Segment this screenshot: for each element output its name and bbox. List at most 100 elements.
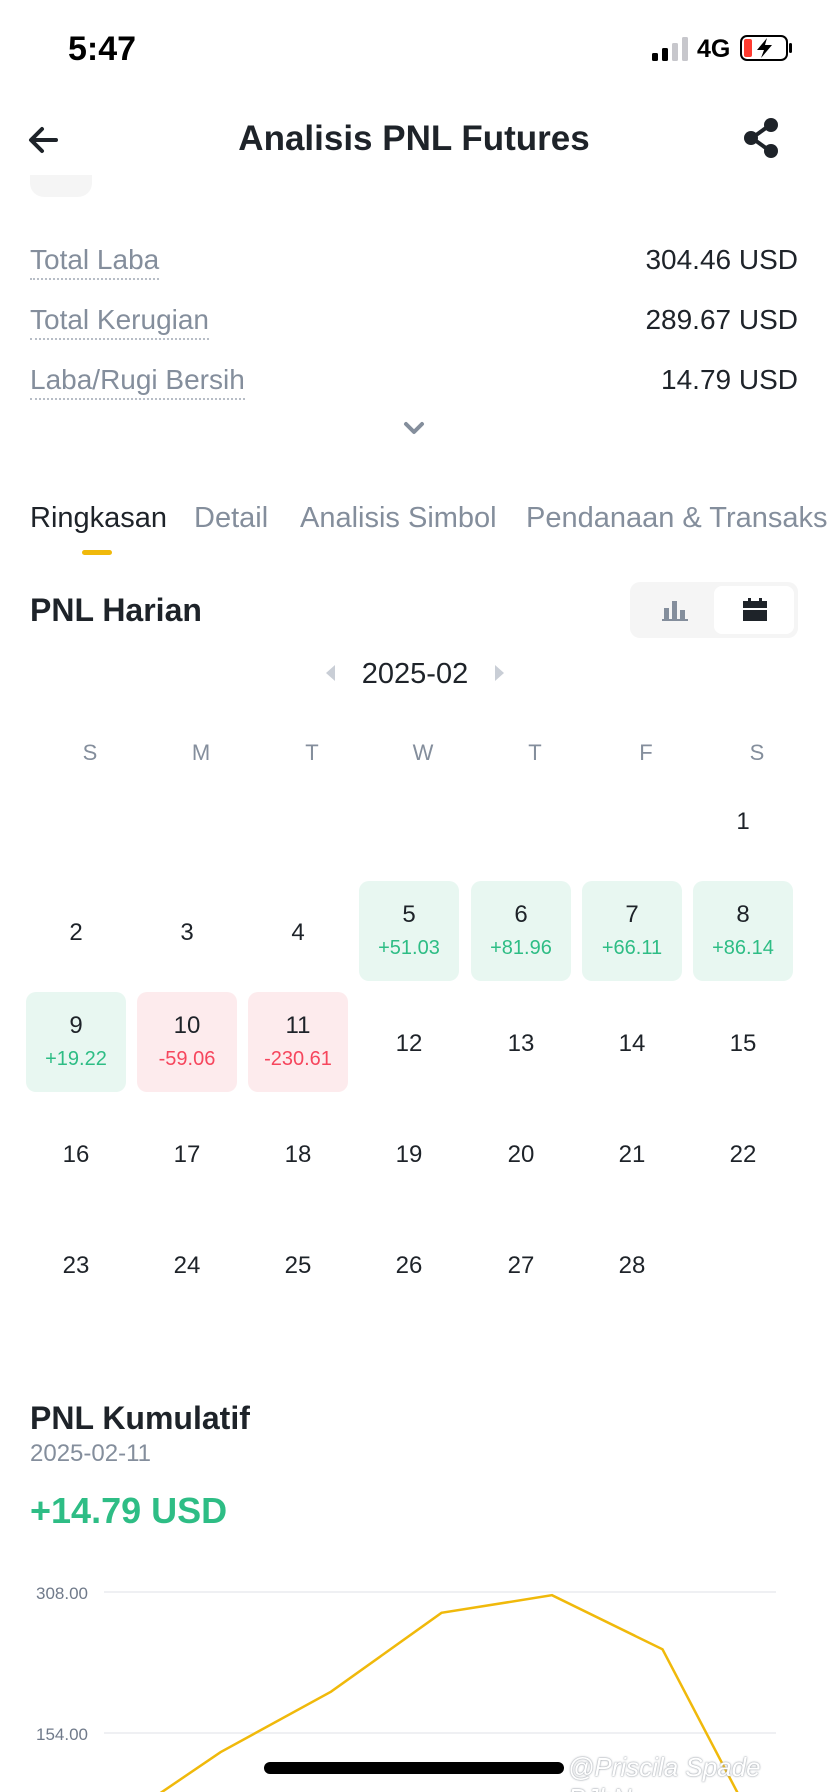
calendar-day-number: 10 xyxy=(173,1012,201,1039)
month-navigator: 2025-02 xyxy=(320,655,510,695)
summary-row-net-pnl: Laba/Rugi Bersih 14.79 USD xyxy=(30,358,798,402)
chart-point xyxy=(441,1612,442,1614)
calendar-day[interactable]: 9 +19.22 xyxy=(26,992,126,1092)
calendar-day-number: 18 xyxy=(284,1141,312,1168)
calendar-day-number: 27 xyxy=(507,1252,535,1279)
calendar-day-number: 1 xyxy=(736,808,750,835)
calendar-day[interactable]: 20 xyxy=(471,1103,571,1203)
calendar-day[interactable]: 7 +66.11 xyxy=(582,881,682,981)
watermark: @Priscila Spade PJbN xyxy=(568,1752,761,1792)
status-bar: 5:47 4G xyxy=(0,0,828,100)
tab-ringkasan[interactable]: Ringkasan xyxy=(30,502,167,535)
calendar-day-number: 16 xyxy=(62,1141,90,1168)
calendar-day[interactable]: 12 xyxy=(359,992,459,1092)
bar-chart-view-button[interactable] xyxy=(634,586,714,634)
calendar-day[interactable]: 24 xyxy=(137,1214,237,1314)
calendar-day-number: 15 xyxy=(729,1030,757,1057)
page-title: Analisis PNL Futures xyxy=(238,119,590,158)
calendar-day[interactable]: 17 xyxy=(137,1103,237,1203)
calendar-day-pnl: -59.06 xyxy=(158,1048,216,1070)
chart-point xyxy=(220,1751,221,1753)
calendar-day[interactable]: 8 +86.14 xyxy=(693,881,793,981)
weekday-label: W xyxy=(412,740,434,765)
calendar-day-number: 12 xyxy=(395,1030,423,1057)
chevron-down-icon[interactable] xyxy=(400,418,428,438)
calendar-day[interactable]: 28 xyxy=(582,1214,682,1314)
calendar-day-number: 6 xyxy=(514,901,528,928)
summary-value: 14.79 USD xyxy=(661,364,798,395)
calendar-day[interactable]: 10 -59.06 xyxy=(137,992,237,1092)
weekday-label: M xyxy=(191,740,211,765)
calendar-day-number: 17 xyxy=(173,1141,201,1168)
chart-point xyxy=(662,1648,663,1650)
month-label: 2025-02 xyxy=(361,658,469,690)
calendar-day[interactable]: 19 xyxy=(359,1103,459,1203)
calendar-day-number: 22 xyxy=(729,1141,757,1168)
tab-analisis-simbol[interactable]: Analisis Simbol xyxy=(300,502,497,535)
calendar-day[interactable]: 14 xyxy=(582,992,682,1092)
view-toggle xyxy=(630,582,798,638)
caret-right-icon[interactable] xyxy=(495,665,504,681)
calendar-day-number: 2 xyxy=(69,919,83,946)
calendar-day[interactable]: 11 -230.61 xyxy=(248,992,348,1092)
calendar-day-number: 23 xyxy=(62,1252,90,1279)
tab-pendanaan-transaksi[interactable]: Pendanaan & Transaksi xyxy=(526,502,828,535)
calendar-day-number: 19 xyxy=(395,1141,423,1168)
summary-label[interactable]: Total Laba xyxy=(30,244,160,280)
calendar-day[interactable]: 27 xyxy=(471,1214,571,1314)
tab-bar: Ringkasan Detail Analisis Simbol Pendana… xyxy=(30,496,828,556)
battery-charging-icon xyxy=(740,35,792,61)
summary-label[interactable]: Laba/Rugi Bersih xyxy=(30,364,245,400)
calendar-day[interactable]: 22 xyxy=(693,1103,793,1203)
calendar-day-number: 20 xyxy=(507,1141,535,1168)
tab-detail[interactable]: Detail xyxy=(194,502,268,535)
calendar-day[interactable]: 16 xyxy=(26,1103,126,1203)
signal-icon xyxy=(652,37,688,61)
calendar-day[interactable]: 25 xyxy=(248,1214,348,1314)
chart-y-tick-label: 308.00 xyxy=(36,1584,88,1603)
daily-pnl-title: PNL Harian xyxy=(30,592,202,628)
calendar-day[interactable]: 26 xyxy=(359,1214,459,1314)
calendar-day-pnl: -230.61 xyxy=(264,1048,332,1070)
calendar-day-number: 13 xyxy=(507,1030,535,1057)
summary-label[interactable]: Total Kerugian xyxy=(30,304,210,340)
summary-value: 304.46 USD xyxy=(645,244,798,275)
calendar-day-number: 5 xyxy=(402,901,416,928)
home-indicator xyxy=(264,1762,564,1774)
calendar-day-number: 7 xyxy=(625,901,639,928)
calendar-day[interactable]: 4 xyxy=(248,881,348,981)
network-type: 4G xyxy=(697,35,731,63)
calendar-icon xyxy=(743,598,767,621)
calendar-day-pnl: +81.96 xyxy=(490,937,552,959)
cumulative-value: +14.79 USD xyxy=(30,1490,228,1531)
chart-y-tick-label: 154.00 xyxy=(36,1725,88,1744)
cumulative-pnl-title: PNL Kumulatif xyxy=(30,1400,250,1436)
calendar-day-number: 11 xyxy=(285,1012,311,1039)
share-icon[interactable] xyxy=(740,116,784,160)
chart-point xyxy=(551,1594,553,1596)
calendar-day-number: 9 xyxy=(69,1012,83,1039)
scroll-remnant xyxy=(30,175,92,197)
calendar-view-button[interactable] xyxy=(714,586,794,634)
chart-point xyxy=(330,1691,332,1693)
calendar-day-number: 4 xyxy=(291,919,305,946)
nav-bar: Analisis PNL Futures xyxy=(0,100,828,180)
calendar-day-pnl: +86.14 xyxy=(712,937,774,959)
calendar-day[interactable]: 2 xyxy=(26,881,126,981)
calendar-day-pnl: +66.11 xyxy=(601,937,663,959)
summary-row-total-profit: Total Laba 304.46 USD xyxy=(30,238,798,282)
calendar-day[interactable]: 1 xyxy=(693,770,793,870)
status-time: 5:47 xyxy=(68,30,137,68)
calendar-day[interactable]: 6 +81.96 xyxy=(471,881,571,981)
weekday-label: T xyxy=(528,740,542,765)
active-tab-indicator xyxy=(82,550,112,555)
calendar-day[interactable]: 5 +51.03 xyxy=(359,881,459,981)
calendar-day[interactable]: 15 xyxy=(693,992,793,1092)
calendar-day[interactable]: 18 xyxy=(248,1103,348,1203)
calendar-day-number: 28 xyxy=(618,1252,646,1279)
bar-chart-icon xyxy=(662,601,688,621)
calendar-day[interactable]: 3 xyxy=(137,881,237,981)
calendar-day[interactable]: 13 xyxy=(471,992,571,1092)
calendar-day[interactable]: 23 xyxy=(26,1214,126,1314)
calendar-day[interactable]: 21 xyxy=(582,1103,682,1203)
